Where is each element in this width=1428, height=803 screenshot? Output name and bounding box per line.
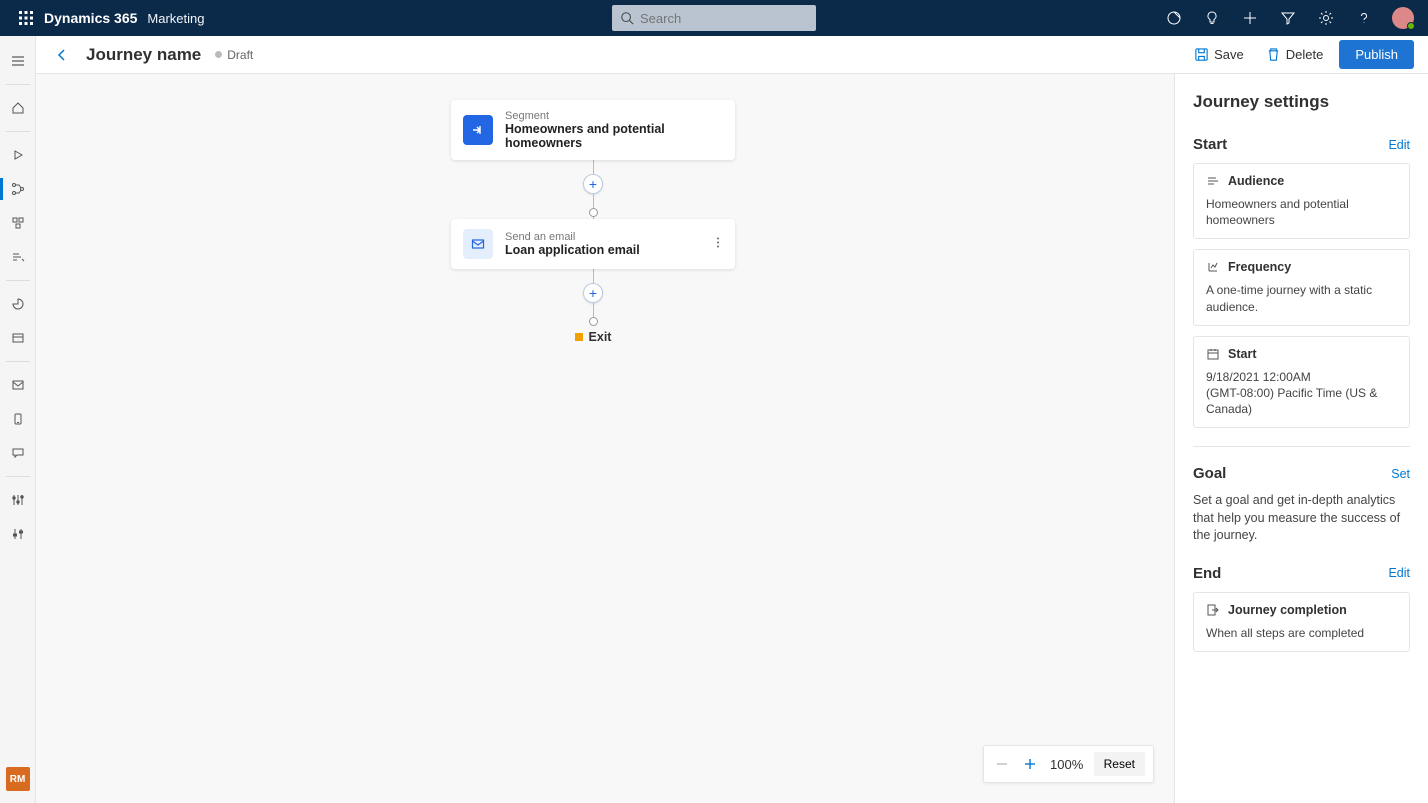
plus-icon[interactable] [1240, 8, 1260, 28]
search-box[interactable] [612, 5, 816, 31]
gear-icon[interactable] [1316, 8, 1336, 28]
journey-canvas[interactable]: Segment Homeowners and potential homeown… [36, 74, 1174, 803]
end-edit-link[interactable]: Edit [1388, 566, 1410, 580]
frequency-card[interactable]: Frequency A one-time journey with a stat… [1193, 249, 1410, 325]
help-icon[interactable] [1354, 8, 1374, 28]
exit-label: Exit [589, 330, 612, 344]
rail-menu-icon[interactable] [0, 44, 36, 78]
rail-chat-icon[interactable] [0, 436, 36, 470]
zoom-reset-button[interactable]: Reset [1094, 752, 1145, 776]
lightbulb-icon[interactable] [1202, 8, 1222, 28]
module-label: Marketing [147, 11, 204, 26]
target-icon[interactable] [1164, 8, 1184, 28]
connector-line [593, 194, 594, 208]
rail-flow-icon[interactable] [0, 240, 36, 274]
back-button[interactable] [50, 43, 74, 67]
zoom-value: 100% [1048, 757, 1086, 772]
goal-description: Set a goal and get in-depth analytics th… [1193, 492, 1410, 545]
top-icons [1164, 7, 1420, 29]
audience-card[interactable]: Audience Homeowners and potential homeow… [1193, 163, 1410, 239]
settings-panel: Journey settings Start Edit Audience Hom… [1174, 74, 1428, 803]
frequency-icon [1206, 260, 1220, 274]
rail-sliders-icon[interactable] [0, 517, 36, 551]
page-header: Journey name Draft Save Delete Publish [36, 36, 1428, 74]
rail-card-icon[interactable] [0, 321, 36, 355]
end-heading: End [1193, 565, 1221, 582]
rail-mobile-icon[interactable] [0, 402, 36, 436]
start-edit-link[interactable]: Edit [1388, 138, 1410, 152]
trash-icon [1266, 47, 1281, 62]
top-nav: Dynamics 365 Marketing [0, 0, 1428, 36]
email-icon [463, 229, 493, 259]
connector-node-icon [589, 208, 598, 217]
email-node[interactable]: Send an email Loan application email [451, 219, 735, 269]
rail-segments-icon[interactable] [0, 206, 36, 240]
delete-button[interactable]: Delete [1260, 43, 1330, 66]
publish-button[interactable]: Publish [1339, 40, 1414, 69]
rail-journeys-icon[interactable] [0, 172, 36, 206]
rail-play-icon[interactable] [0, 138, 36, 172]
segment-icon [463, 115, 493, 145]
app-launcher-icon[interactable] [16, 8, 36, 28]
segment-title: Homeowners and potential homeowners [505, 122, 723, 150]
audience-icon [1206, 174, 1220, 188]
add-step-button[interactable]: + [583, 283, 603, 303]
zoom-in-button[interactable] [1020, 754, 1040, 774]
search-input[interactable] [640, 11, 808, 26]
save-icon [1194, 47, 1209, 62]
segment-kicker: Segment [505, 110, 723, 122]
connector-line [593, 160, 594, 174]
rail-mail-icon[interactable] [0, 368, 36, 402]
goal-heading: Goal [1193, 465, 1226, 482]
connector-line [593, 269, 594, 283]
goal-set-link[interactable]: Set [1391, 467, 1410, 481]
exit-icon [1206, 603, 1220, 617]
start-heading: Start [1193, 136, 1227, 153]
rail-workspace-badge[interactable]: RM [6, 767, 30, 791]
email-title: Loan application email [505, 243, 640, 257]
rail-analytics-icon[interactable] [0, 287, 36, 321]
node-more-icon[interactable] [711, 236, 725, 253]
segment-node[interactable]: Segment Homeowners and potential homeown… [451, 100, 735, 160]
rail-tune-icon[interactable] [0, 483, 36, 517]
end-completion-card[interactable]: Journey completion When all steps are co… [1193, 592, 1410, 652]
panel-title: Journey settings [1193, 92, 1410, 112]
connector-line [593, 303, 594, 317]
avatar[interactable] [1392, 7, 1414, 29]
presence-available-icon [1407, 22, 1415, 30]
calendar-icon [1206, 347, 1220, 361]
zoom-out-button[interactable] [992, 754, 1012, 774]
status-dot-icon [215, 51, 222, 58]
left-rail: RM [0, 36, 36, 803]
zoom-control: 100% Reset [983, 745, 1154, 783]
start-time-card[interactable]: Start 9/18/2021 12:00AM (GMT-08:00) Paci… [1193, 336, 1410, 429]
save-button[interactable]: Save [1188, 43, 1250, 66]
rail-home-icon[interactable] [0, 91, 36, 125]
connector-node-icon [589, 317, 598, 326]
add-step-button[interactable]: + [583, 174, 603, 194]
exit-flag-icon [575, 333, 583, 341]
filter-icon[interactable] [1278, 8, 1298, 28]
page-title: Journey name [86, 45, 201, 65]
status-label: Draft [227, 48, 253, 62]
search-icon [620, 11, 634, 25]
email-kicker: Send an email [505, 231, 640, 243]
brand-label: Dynamics 365 [44, 10, 137, 26]
